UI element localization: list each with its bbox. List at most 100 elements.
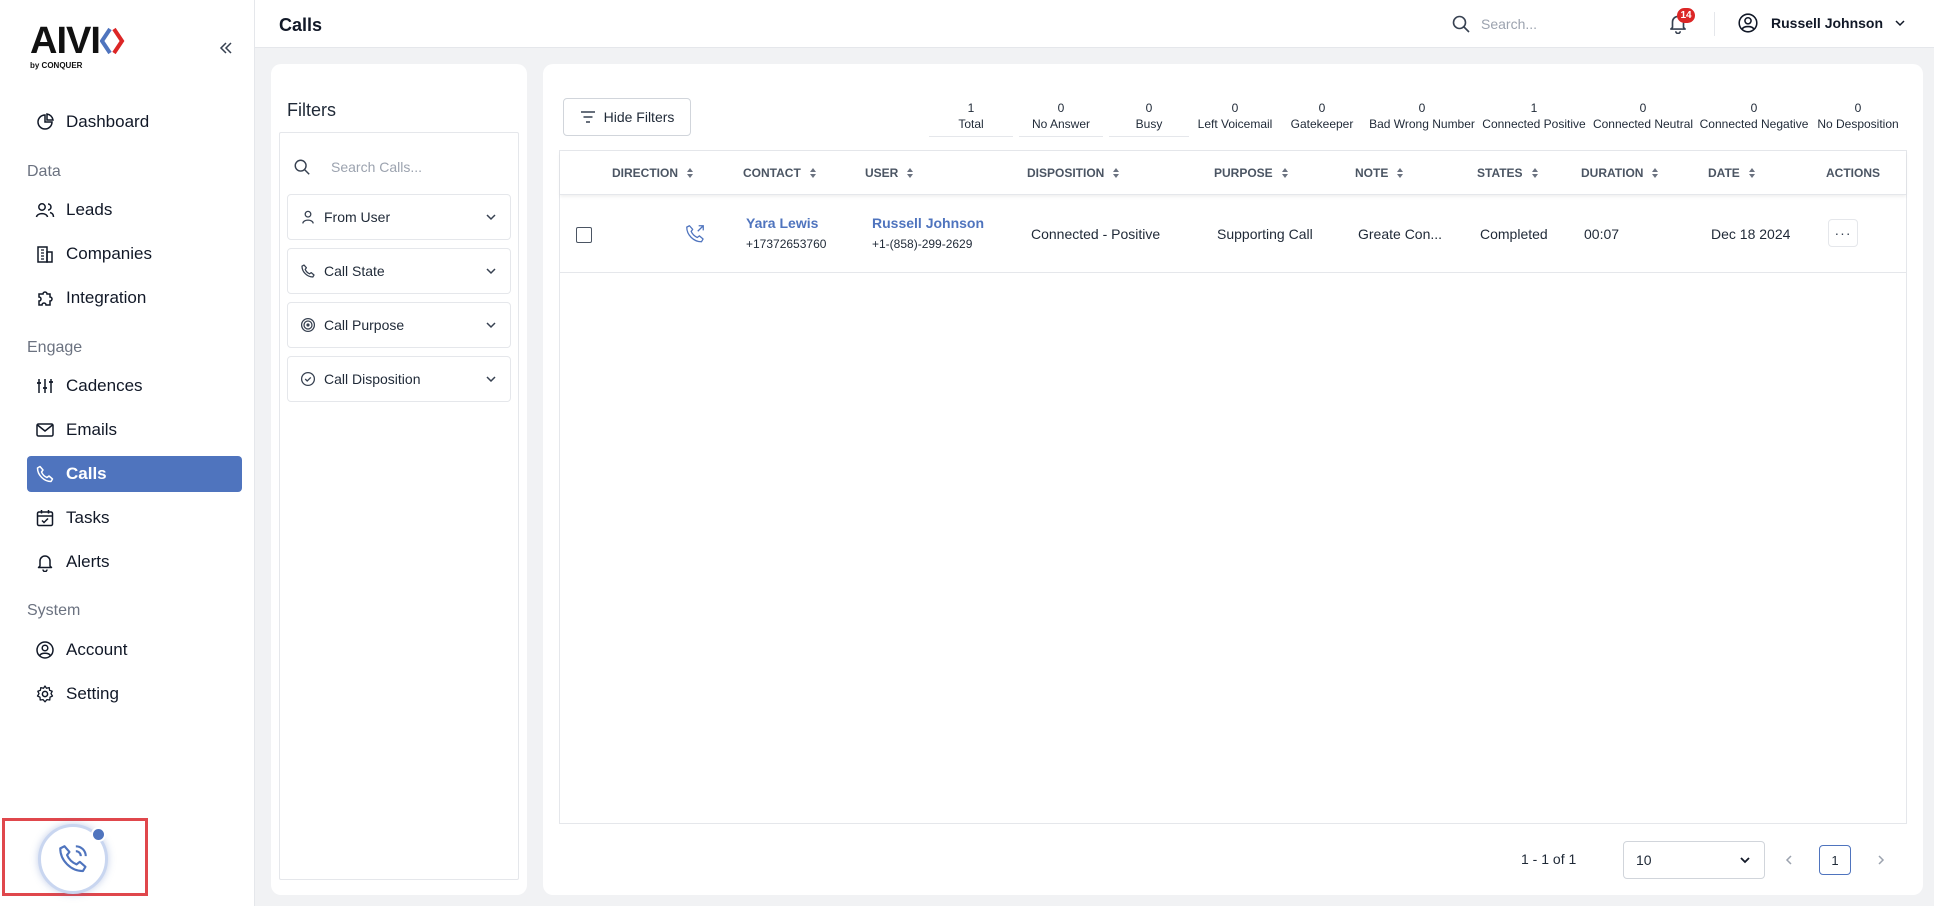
sidebar-item-leads[interactable]: Leads [27, 192, 242, 228]
column-header-disposition[interactable]: DISPOSITION [1027, 166, 1120, 180]
notification-count-badge: 14 [1677, 8, 1695, 23]
chevron-down-icon [486, 376, 496, 383]
stat-no-desposition[interactable]: 0 No Desposition [1813, 100, 1903, 132]
filters-title: Filters [287, 100, 336, 120]
sidebar-item-tasks[interactable]: Tasks [27, 500, 242, 536]
hide-filters-button[interactable]: Hide Filters [563, 98, 691, 136]
brand-logo[interactable]: AIVI by CONQUER [30, 22, 126, 70]
sort-icon [1113, 168, 1120, 178]
row-actions-menu-button[interactable]: ··· [1828, 219, 1858, 247]
stat-gatekeeper[interactable]: 0 Gatekeeper [1283, 100, 1361, 132]
building-icon [37, 246, 53, 263]
sidebar-item-label: Dashboard [66, 112, 150, 131]
sidebar-item-companies[interactable]: Companies [27, 236, 242, 272]
rows-per-page-value: 10 [1636, 852, 1652, 868]
sort-icon [809, 168, 816, 178]
search-icon [1452, 15, 1470, 33]
stat-count: 0 [1418, 101, 1426, 115]
collapse-sidebar-icon[interactable] [216, 38, 236, 58]
sidebar: AIVI by CONQUER Dashboard Data Leads Com… [0, 0, 255, 906]
filter-call-purpose-dropdown[interactable]: Call Purpose [287, 302, 511, 348]
stat-label: Gatekeeper [1290, 117, 1354, 131]
stat-label: Left Voicemail [1197, 117, 1273, 131]
column-header-note[interactable]: NOTE [1355, 166, 1404, 180]
calls-table: DIRECTION CONTACT USER DISPOSITION PURPO… [559, 150, 1907, 824]
sidebar-item-label: Alerts [66, 552, 110, 571]
stat-underline [1109, 136, 1189, 137]
chevron-right-icon[interactable] [1873, 852, 1889, 868]
user-circle-icon [1738, 13, 1758, 33]
stat-total[interactable]: 1 Total [929, 100, 1013, 137]
sidebar-item-calls[interactable]: Calls [27, 456, 242, 492]
note-cell[interactable]: Greate Con... [1358, 226, 1442, 242]
page-title: Calls [279, 15, 323, 35]
column-header-duration[interactable]: DURATION [1581, 166, 1659, 180]
chevron-down-icon [1740, 857, 1750, 864]
hide-filters-label: Hide Filters [603, 109, 675, 125]
sidebar-item-integration[interactable]: Integration [27, 280, 242, 316]
column-header-user[interactable]: USER [865, 166, 914, 180]
stat-count: 0 [1231, 101, 1239, 115]
sidebar-item-setting[interactable]: Setting [27, 676, 242, 712]
sidebar-item-cadences[interactable]: Cadences [27, 368, 242, 404]
chevron-down-icon [486, 214, 496, 221]
filter-call-state-dropdown[interactable]: Call State [287, 248, 511, 294]
column-header-date[interactable]: DATE [1708, 166, 1756, 180]
column-header-states[interactable]: STATES [1477, 166, 1539, 180]
user-menu[interactable]: Russell Johnson [1737, 12, 1907, 34]
table-row[interactable]: Yara Lewis +17372653760 Russell Johnson … [560, 195, 1906, 273]
puzzle-icon [38, 291, 53, 306]
stat-connected-neutral[interactable]: 0 Connected Neutral [1591, 100, 1695, 132]
stat-bad-wrong-number[interactable]: 0 Bad Wrong Number [1367, 100, 1477, 132]
calls-main-panel: Hide Filters 1 Total 0 No Answer 0 Busy … [543, 64, 1923, 895]
chevron-down-icon [1895, 20, 1905, 27]
row-select-checkbox[interactable] [576, 227, 592, 243]
filter-call-disposition-dropdown[interactable]: Call Disposition [287, 356, 511, 402]
stat-count: 0 [1639, 101, 1647, 115]
sidebar-item-emails[interactable]: Emails [27, 412, 242, 448]
contact-cell: Yara Lewis +17372653760 [746, 215, 826, 251]
filter-lines-icon [580, 111, 595, 123]
stat-label: Connected Negative [1699, 117, 1809, 131]
global-search-input[interactable] [1481, 12, 1631, 36]
sidebar-section-data: Data [27, 163, 61, 180]
stat-count: 0 [1750, 101, 1758, 115]
user-cell: Russell Johnson +1-(858)-299-2629 [872, 215, 984, 251]
search-calls-input[interactable] [331, 155, 501, 179]
check-circle-icon [300, 371, 316, 387]
column-header-contact[interactable]: CONTACT [743, 166, 817, 180]
stat-busy[interactable]: 0 Busy [1109, 100, 1189, 137]
stat-no-answer[interactable]: 0 No Answer [1019, 100, 1103, 137]
chevron-down-icon [486, 268, 496, 275]
stat-connected-negative[interactable]: 0 Connected Negative [1698, 100, 1810, 132]
bell-icon [37, 555, 53, 572]
page-number-button[interactable]: 1 [1819, 845, 1851, 875]
sidebar-item-account[interactable]: Account [27, 632, 242, 668]
rows-per-page-select[interactable]: 10 [1623, 841, 1765, 879]
stat-left-voicemail[interactable]: 0 Left Voicemail [1193, 100, 1277, 132]
stat-underline [1019, 136, 1103, 137]
contact-phone: +17372653760 [746, 237, 827, 251]
sidebar-item-label: Integration [66, 288, 147, 307]
user-name-link[interactable]: Russell Johnson [872, 215, 984, 231]
stat-count: 0 [1145, 101, 1153, 115]
stat-label: Busy [1135, 117, 1163, 131]
phone-icon [301, 264, 315, 278]
column-header-purpose[interactable]: PURPOSE [1214, 166, 1289, 180]
contact-name-link[interactable]: Yara Lewis [746, 215, 826, 231]
filter-from-user-dropdown[interactable]: From User [287, 194, 511, 240]
stat-label: Total [958, 117, 984, 131]
logo-text: AIVI [30, 20, 101, 62]
purpose-cell: Supporting Call [1217, 226, 1313, 242]
sidebar-item-alerts[interactable]: Alerts [27, 544, 242, 580]
sidebar-item-label: Calls [66, 464, 107, 483]
stat-label: No Desposition [1817, 117, 1899, 131]
chevron-down-icon [486, 322, 496, 329]
chevron-left-icon[interactable] [1781, 852, 1797, 868]
stat-connected-positive[interactable]: 1 Connected Positive [1481, 100, 1587, 132]
sidebar-item-label: Tasks [66, 508, 110, 527]
sort-icon [1652, 168, 1659, 178]
column-header-direction[interactable]: DIRECTION [612, 166, 694, 180]
user-circle-icon [36, 641, 54, 659]
sidebar-item-dashboard[interactable]: Dashboard [27, 104, 242, 140]
